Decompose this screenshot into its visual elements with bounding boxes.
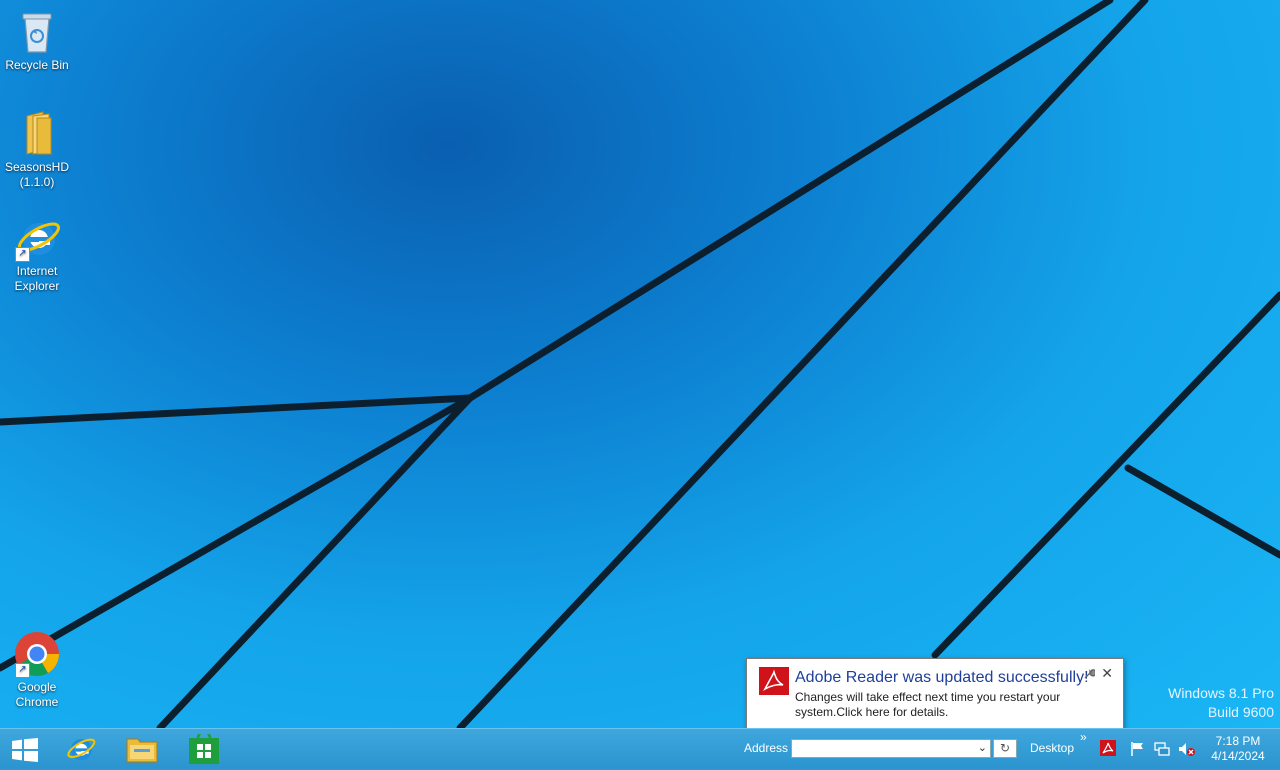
clock-date: 4/14/2024 [1211, 749, 1265, 763]
desktop[interactable]: Recycle Bin SeasonsHD (1.1.0) ↗ Internet… [0, 0, 1280, 728]
chevron-down-icon[interactable]: ⌄ [978, 741, 987, 754]
volume-muted-icon[interactable] [1178, 741, 1196, 762]
taskbar-file-explorer[interactable] [114, 729, 174, 769]
system-clock[interactable]: 7:18 PM 4/14/2024 [1206, 734, 1270, 764]
desktop-icon-label: Recycle Bin [5, 58, 69, 72]
desktop-icon-label: SeasonsHD (1.1.0) [4, 160, 70, 189]
store-icon [188, 730, 220, 769]
watermark-edition: Windows 8.1 Pro [1168, 685, 1274, 701]
desktop-icon-internet-explorer[interactable]: ↗ Internet Explorer [0, 214, 74, 294]
shortcut-arrow-icon: ↗ [15, 247, 30, 262]
desktop-icon-recycle-bin[interactable]: Recycle Bin [0, 8, 74, 73]
desktop-toolbar-label[interactable]: Desktop [1030, 741, 1074, 755]
windows-version-watermark: Windows 8.1 Pro Build 9600 [1168, 684, 1274, 722]
wrench-icon[interactable] [1083, 668, 1097, 683]
windows-logo-icon [12, 738, 38, 767]
desktop-icon-seasonshd-folder[interactable]: SeasonsHD (1.1.0) [0, 110, 74, 190]
wallpaper [0, 0, 1280, 728]
address-input[interactable]: ⌄ [791, 739, 991, 758]
network-icon[interactable] [1154, 741, 1170, 762]
taskbar-internet-explorer[interactable] [52, 729, 112, 769]
adobe-reader-icon [759, 667, 789, 700]
ie-icon: ↗ [13, 214, 61, 262]
notification-close-button[interactable]: ✕ [1101, 665, 1113, 682]
address-toolbar-label: Address [744, 741, 789, 755]
shortcut-arrow-icon: ↗ [15, 663, 30, 678]
chrome-icon: ↗ [13, 630, 61, 678]
toolbar-overflow-chevron-icon[interactable]: » [1080, 730, 1087, 744]
notification-body[interactable]: Changes will take effect next time you r… [795, 690, 1075, 720]
recycle-bin-icon [13, 8, 61, 56]
folder-icon [13, 110, 61, 158]
notification-title[interactable]: Adobe Reader was updated successfully! [795, 669, 1089, 687]
action-center-flag-icon[interactable] [1130, 741, 1146, 762]
adobe-reader-icon[interactable] [1100, 740, 1116, 761]
folder-icon [126, 735, 158, 768]
taskbar: Address ⌄ ↻ Desktop » 7:18 PM 4/14/2024 [0, 728, 1280, 769]
clock-time: 7:18 PM [1215, 734, 1261, 748]
ie-icon [64, 733, 96, 770]
taskbar-store[interactable] [176, 729, 236, 769]
refresh-button[interactable]: ↻ [993, 739, 1017, 758]
start-button[interactable] [0, 729, 60, 769]
desktop-icon-google-chrome[interactable]: ↗ Google Chrome [0, 630, 74, 710]
watermark-build: Build 9600 [1207, 704, 1274, 720]
desktop-icon-label: Google Chrome [15, 680, 59, 709]
adobe-update-notification[interactable]: Adobe Reader was updated successfully! C… [746, 658, 1124, 730]
desktop-icon-label: Internet Explorer [14, 264, 60, 293]
